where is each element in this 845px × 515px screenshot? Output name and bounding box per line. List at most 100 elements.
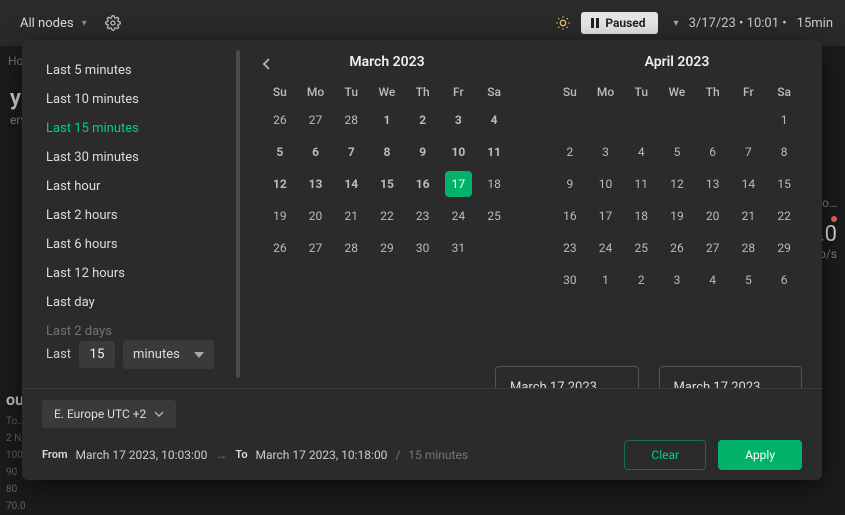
calendar-day[interactable] xyxy=(695,104,731,136)
calendar-day[interactable]: 23 xyxy=(405,200,441,232)
calendar-day[interactable]: 24 xyxy=(588,232,624,264)
calendar-day[interactable] xyxy=(623,104,659,136)
calendar-day[interactable] xyxy=(731,104,767,136)
calendar-day[interactable]: 27 xyxy=(695,232,731,264)
preset-item[interactable]: Last hour xyxy=(22,172,242,201)
calendar-day[interactable]: 23 xyxy=(552,232,588,264)
from-datetime-input[interactable]: March 17 2023, 10:03 xyxy=(495,366,639,388)
calendar-day[interactable] xyxy=(659,104,695,136)
calendar-day[interactable]: 9 xyxy=(405,136,441,168)
calendar-day[interactable]: 21 xyxy=(731,200,767,232)
calendar-day[interactable]: 2 xyxy=(552,136,588,168)
calendar-day[interactable]: 3 xyxy=(441,104,477,136)
calendar-day[interactable]: 2 xyxy=(623,264,659,296)
calendar-day[interactable]: 19 xyxy=(262,200,298,232)
calendar-day[interactable]: 6 xyxy=(695,136,731,168)
preset-item[interactable]: Last 30 minutes xyxy=(22,143,242,172)
calendar-day[interactable]: 4 xyxy=(695,264,731,296)
calendar-day[interactable]: 10 xyxy=(441,136,477,168)
calendar-day[interactable]: 4 xyxy=(623,136,659,168)
play-pause-button[interactable]: Paused xyxy=(581,12,657,34)
preset-item[interactable]: Last 5 minutes xyxy=(22,56,242,85)
calendar-day[interactable]: 7 xyxy=(333,136,369,168)
preset-item[interactable]: Last 10 minutes xyxy=(22,85,242,114)
nodes-dropdown[interactable]: All nodes ▾ xyxy=(12,12,95,35)
calendar-day[interactable]: 2 xyxy=(405,104,441,136)
calendar-day[interactable]: 29 xyxy=(369,232,405,264)
calendar-day[interactable]: 5 xyxy=(262,136,298,168)
calendar-day[interactable]: 16 xyxy=(405,168,441,200)
calendar-day[interactable]: 11 xyxy=(476,136,512,168)
calendar-day[interactable]: 14 xyxy=(731,168,767,200)
calendar-day[interactable]: 14 xyxy=(333,168,369,200)
calendar-day[interactable]: 22 xyxy=(369,200,405,232)
calendar-day[interactable]: 25 xyxy=(476,200,512,232)
calendar-day[interactable]: 20 xyxy=(298,200,334,232)
preset-item[interactable]: Last 15 minutes xyxy=(22,114,242,143)
calendar-day[interactable]: 19 xyxy=(659,200,695,232)
gear-icon[interactable] xyxy=(105,15,121,31)
calendar-day[interactable]: 5 xyxy=(659,136,695,168)
calendar-day[interactable]: 29 xyxy=(766,232,802,264)
calendar-day[interactable]: 21 xyxy=(333,200,369,232)
calendar-day[interactable]: 27 xyxy=(298,104,334,136)
calendar-day[interactable]: 15 xyxy=(766,168,802,200)
calendar-day[interactable]: 28 xyxy=(731,232,767,264)
calendar-day[interactable]: 26 xyxy=(659,232,695,264)
calendar-day[interactable]: 31 xyxy=(441,232,477,264)
calendar-day[interactable]: 20 xyxy=(695,200,731,232)
calendar-day[interactable]: 30 xyxy=(552,264,588,296)
calendar-day[interactable]: 9 xyxy=(552,168,588,200)
calendar-day[interactable]: 8 xyxy=(766,136,802,168)
calendar-grid[interactable]: SuMoTuWeThFrSa26272812345678910111213141… xyxy=(262,80,512,264)
calendar-day[interactable] xyxy=(588,104,624,136)
calendar-day[interactable]: 18 xyxy=(476,168,512,200)
calendar-day[interactable]: 18 xyxy=(623,200,659,232)
calendar-grid[interactable]: SuMoTuWeThFrSa12345678910111213141516171… xyxy=(552,80,802,296)
calendar-day[interactable]: 28 xyxy=(333,104,369,136)
calendar-day[interactable]: 10 xyxy=(588,168,624,200)
calendar-day[interactable]: 27 xyxy=(298,232,334,264)
calendar-day[interactable]: 24 xyxy=(441,200,477,232)
timestamp-display[interactable]: 3/17/23 • 10:01 • xyxy=(689,16,787,31)
calendar-day[interactable]: 25 xyxy=(623,232,659,264)
calendar-day[interactable]: 13 xyxy=(298,168,334,200)
preset-item[interactable]: Last 6 hours xyxy=(22,230,242,259)
calendar-day[interactable]: 16 xyxy=(552,200,588,232)
preset-item[interactable]: Last day xyxy=(22,288,242,317)
last-n-unit-select[interactable]: minutes xyxy=(123,340,214,369)
sun-icon[interactable] xyxy=(555,15,571,31)
calendar-day[interactable]: 7 xyxy=(731,136,767,168)
calendar-day[interactable]: 11 xyxy=(623,168,659,200)
calendar-day[interactable]: 6 xyxy=(298,136,334,168)
calendar-day[interactable]: 3 xyxy=(659,264,695,296)
calendar-day[interactable]: 13 xyxy=(695,168,731,200)
calendar-day[interactable]: 5 xyxy=(731,264,767,296)
calendar-day[interactable]: 26 xyxy=(262,232,298,264)
calendar-day[interactable]: 12 xyxy=(262,168,298,200)
window-display[interactable]: 15min xyxy=(797,16,833,31)
last-n-input[interactable] xyxy=(79,341,115,368)
to-datetime-input[interactable]: March 17 2023, 10:18 xyxy=(659,366,803,388)
timezone-select[interactable]: E. Europe UTC +2 xyxy=(42,400,176,428)
calendar-day[interactable] xyxy=(476,232,512,264)
calendar-day[interactable]: 17 xyxy=(441,168,477,200)
calendar-day[interactable]: 28 xyxy=(333,232,369,264)
calendar-day[interactable]: 15 xyxy=(369,168,405,200)
calendar-day[interactable]: 1 xyxy=(588,264,624,296)
calendar-day[interactable]: 26 xyxy=(262,104,298,136)
apply-button[interactable]: Apply xyxy=(718,440,802,470)
calendar-day[interactable] xyxy=(552,104,588,136)
calendar-day[interactable]: 1 xyxy=(766,104,802,136)
preset-item[interactable]: Last 12 hours xyxy=(22,259,242,288)
chevron-down-icon[interactable]: ▾ xyxy=(674,18,679,29)
calendar-day[interactable]: 12 xyxy=(659,168,695,200)
calendar-day[interactable]: 17 xyxy=(588,200,624,232)
calendar-day[interactable]: 30 xyxy=(405,232,441,264)
calendar-day[interactable]: 4 xyxy=(476,104,512,136)
clear-button[interactable]: Clear xyxy=(624,440,706,470)
calendar-day[interactable]: 22 xyxy=(766,200,802,232)
calendar-day[interactable]: 3 xyxy=(588,136,624,168)
preset-item[interactable]: Last 2 hours xyxy=(22,201,242,230)
calendar-day[interactable]: 1 xyxy=(369,104,405,136)
